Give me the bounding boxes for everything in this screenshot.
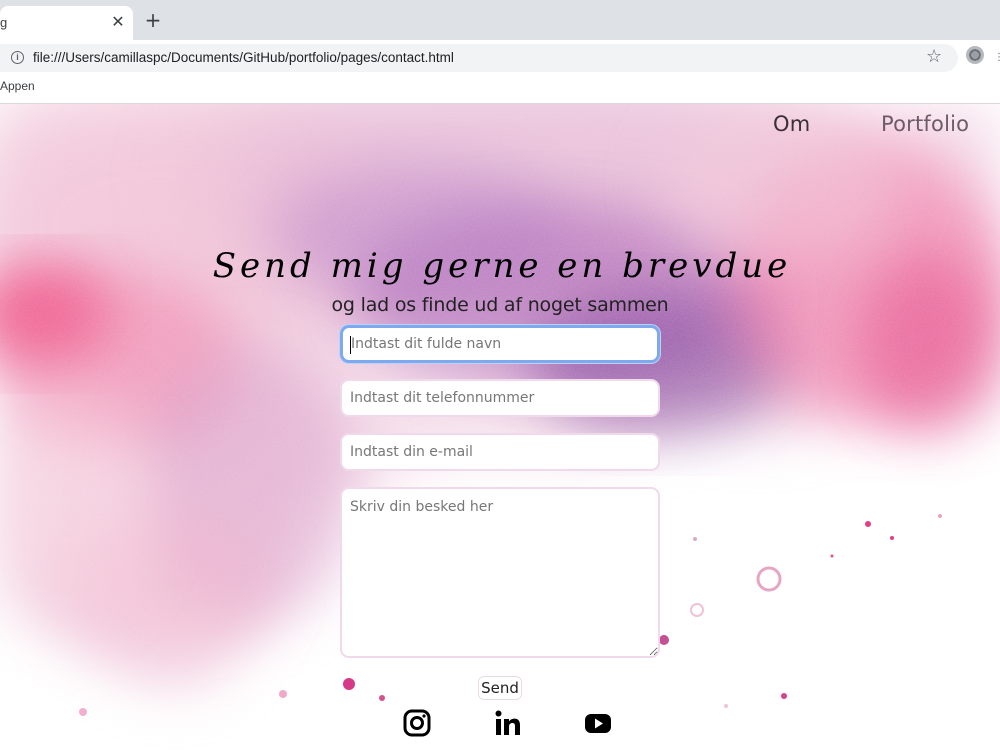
tab-strip: g ✕ +	[0, 0, 1000, 40]
page-subtitle: og lad os finde ud af noget sammen	[331, 294, 669, 316]
bookmarks-bar: Appen	[0, 74, 1000, 104]
nav-link-portfolio[interactable]: Portfolio	[881, 112, 969, 136]
bookmark-apps[interactable]: Appen	[0, 79, 35, 93]
instagram-icon[interactable]	[402, 708, 432, 738]
info-icon[interactable]: i	[11, 51, 24, 64]
close-tab-icon[interactable]: ✕	[110, 12, 126, 32]
phone-input[interactable]	[340, 379, 660, 417]
email-input[interactable]	[340, 433, 660, 471]
active-tab[interactable]: g ✕	[0, 6, 133, 40]
extension-icon[interactable]	[966, 46, 984, 64]
name-input[interactable]	[340, 325, 660, 363]
address-bar[interactable]: i file:///Users/camillaspc/Documents/Git…	[0, 44, 958, 72]
menu-icon[interactable]: ⋮	[994, 52, 1000, 63]
send-button[interactable]: Send	[478, 676, 522, 700]
url-text[interactable]: file:///Users/camillaspc/Documents/GitHu…	[33, 50, 454, 65]
contact-page: Om Portfolio Send mig gerne en brevdue o…	[0, 104, 1000, 750]
message-textarea[interactable]	[340, 487, 660, 658]
page-title: Send mig gerne en brevdue	[212, 246, 792, 286]
new-tab-icon[interactable]: +	[143, 10, 163, 30]
star-icon[interactable]: ☆	[926, 46, 942, 67]
youtube-icon[interactable]	[583, 708, 613, 738]
tab-title: g	[0, 15, 8, 30]
linkedin-icon[interactable]	[493, 708, 523, 738]
nav-link-om[interactable]: Om	[773, 112, 810, 136]
text-caret	[350, 336, 351, 354]
browser-toolbar: i file:///Users/camillaspc/Documents/Git…	[0, 40, 1000, 74]
